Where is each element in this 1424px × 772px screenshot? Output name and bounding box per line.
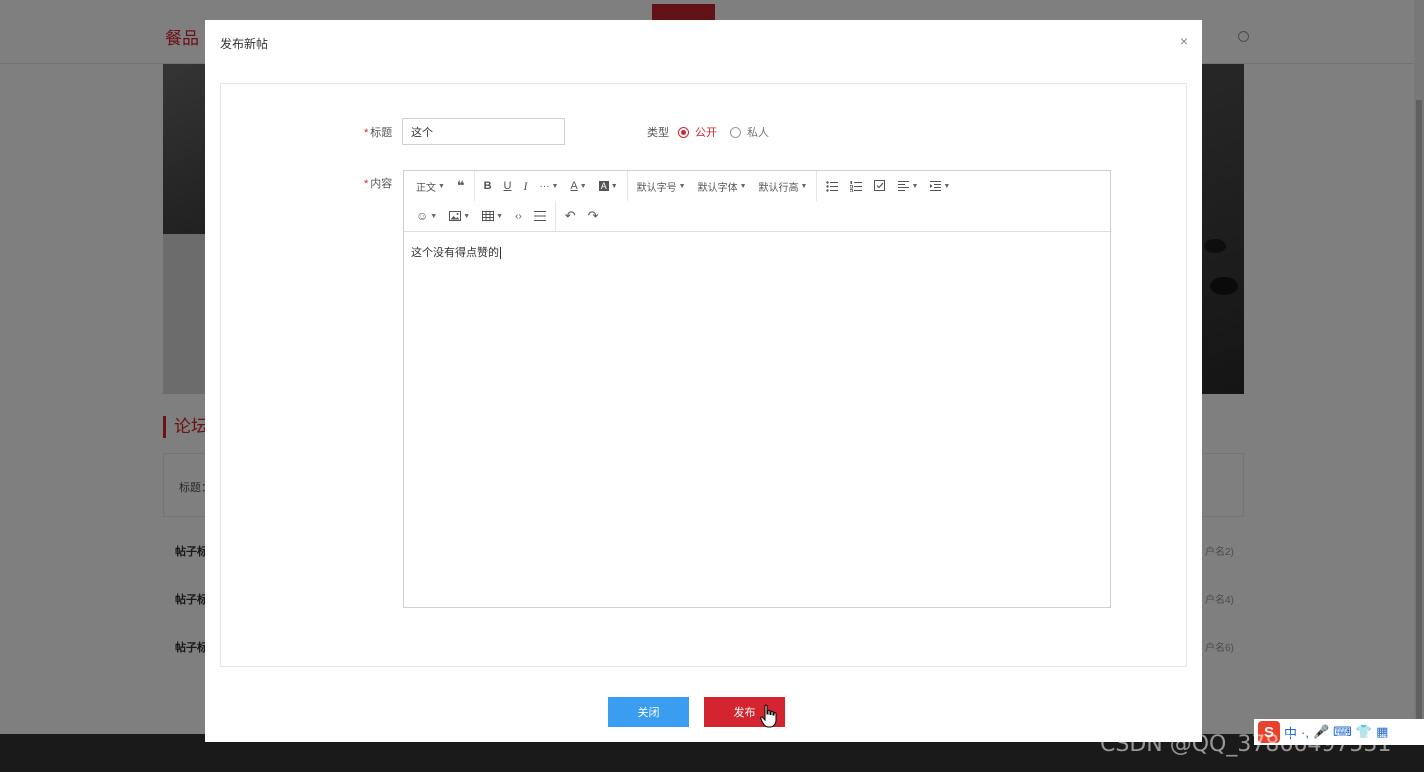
- heading-select[interactable]: 正文 ▼: [410, 175, 451, 197]
- line-height-select[interactable]: 默认行高 ▼: [753, 175, 814, 197]
- radio-private[interactable]: 私人: [730, 124, 769, 140]
- font-color-icon: A: [570, 180, 578, 192]
- align-button[interactable]: ▼: [892, 175, 924, 197]
- chevron-down-icon: ▼: [496, 212, 504, 220]
- chevron-down-icon: ▼: [579, 182, 587, 190]
- rich-text-editor: 正文 ▼ ❝ B U I ··· ▼ A ▼ A ▼ 默认字号 ▼ 默认字体 ▼ 默认行高 ▼: [403, 170, 1111, 608]
- toolbar-divider: [816, 171, 818, 201]
- code-icon[interactable]: ‹›: [509, 205, 528, 227]
- font-size-select[interactable]: 默认字号 ▼: [631, 175, 692, 197]
- type-label: 类型: [647, 127, 669, 139]
- font-size-label: 默认字号: [636, 182, 677, 194]
- text-cursor: [500, 247, 501, 260]
- emoji-button[interactable]: ☺ ▼: [410, 205, 443, 227]
- title-label: * 标题: [364, 124, 392, 140]
- toolbar-row: 正文 ▼ ❝ B U I ··· ▼ A ▼ A ▼ 默认字号 ▼ 默认字体 ▼ 默认行高 ▼: [404, 171, 956, 201]
- post-form: *标题 类型 公开 私人 *内容 正文▼ ❝ B U I ··: [220, 83, 1187, 667]
- radio-dot: [730, 126, 741, 138]
- editor-toolbar: 正文 ▼ ❝ B U I ··· ▼ A ▼ A ▼ 默认字号 ▼ 默认字体 ▼ 默认行高 ▼: [404, 171, 1110, 232]
- redo-icon[interactable]: ↷: [582, 205, 605, 227]
- toolbar-row: ☺ ▼ ▼ ▼ ‹› ↶ ↷: [404, 201, 605, 231]
- csdn-watermark: CSDN @QQ_37866497531: [1100, 732, 1392, 757]
- chevron-down-icon: ▼: [739, 182, 747, 190]
- new-post-dialog: 发布新帖 × *标题 类型 公开 私人 *内容 正文▼ ❝ B U: [205, 20, 1202, 742]
- table-button[interactable]: ▼: [476, 205, 509, 227]
- toolbar-divider: [626, 171, 628, 201]
- toolbar-divider: [554, 201, 556, 231]
- editor-content[interactable]: 这个没有得点赞的: [404, 232, 1110, 607]
- indent-button[interactable]: ▼: [924, 175, 956, 197]
- undo-icon[interactable]: ↶: [559, 205, 582, 227]
- font-family-select[interactable]: 默认字体 ▼: [692, 175, 753, 197]
- chevron-down-icon: ▼: [463, 212, 471, 220]
- font-color-button[interactable]: A ▼: [564, 175, 592, 197]
- horizontal-line-icon[interactable]: [528, 205, 552, 227]
- more-styles-button[interactable]: ··· ▼: [533, 175, 564, 197]
- indent-icon: [930, 181, 942, 191]
- radio-public-label: 公开: [695, 127, 717, 139]
- bold-icon[interactable]: B: [478, 175, 498, 197]
- chevron-down-icon: ▼: [800, 182, 808, 190]
- toolbar-divider: [473, 171, 475, 201]
- hand-cursor-icon: [760, 704, 777, 728]
- close-icon[interactable]: ×: [1180, 34, 1188, 48]
- line-height-label: 默认行高: [758, 182, 799, 194]
- required-mark: *: [364, 127, 369, 139]
- quote-icon[interactable]: ❝: [451, 175, 471, 197]
- chevron-down-icon: ▼: [911, 182, 919, 190]
- title-input[interactable]: [402, 118, 565, 145]
- image-icon: [449, 211, 462, 221]
- bg-color-icon: A: [598, 181, 609, 191]
- align-left-icon: [898, 181, 910, 191]
- chevron-down-icon: ▼: [678, 182, 686, 190]
- radio-private-label: 私人: [747, 127, 769, 139]
- bulleted-list-icon[interactable]: [820, 175, 844, 197]
- editor-text: 这个没有得点赞的: [411, 247, 499, 259]
- image-button[interactable]: ▼: [443, 205, 476, 227]
- chevron-down-icon: ▼: [551, 182, 559, 190]
- bg-color-button[interactable]: A ▼: [593, 175, 624, 197]
- title-label-text: 标题: [370, 127, 393, 139]
- chevron-down-icon: ▼: [943, 182, 951, 190]
- font-family-label: 默认字体: [697, 182, 738, 194]
- close-button[interactable]: 关闭: [608, 697, 689, 727]
- content-label-text: 内容: [370, 178, 393, 190]
- underline-icon[interactable]: U: [498, 175, 518, 197]
- radio-dot: [678, 126, 689, 138]
- numbered-list-icon[interactable]: [844, 175, 868, 197]
- todo-checkbox-icon[interactable]: [868, 175, 892, 197]
- chevron-down-icon: ▼: [438, 182, 445, 190]
- chevron-down-icon: ▼: [430, 212, 438, 220]
- content-label: * 内容: [364, 175, 392, 191]
- required-mark: *: [364, 178, 369, 190]
- heading-select-label: 正文: [416, 182, 436, 194]
- chevron-down-icon: ▼: [610, 182, 618, 190]
- italic-icon[interactable]: I: [517, 175, 533, 197]
- radio-public[interactable]: 公开: [678, 124, 717, 140]
- dialog-title: 发布新帖: [220, 37, 269, 51]
- more-icon: ···: [539, 180, 550, 192]
- table-icon: [482, 211, 495, 221]
- emoji-icon: ☺: [416, 209, 429, 223]
